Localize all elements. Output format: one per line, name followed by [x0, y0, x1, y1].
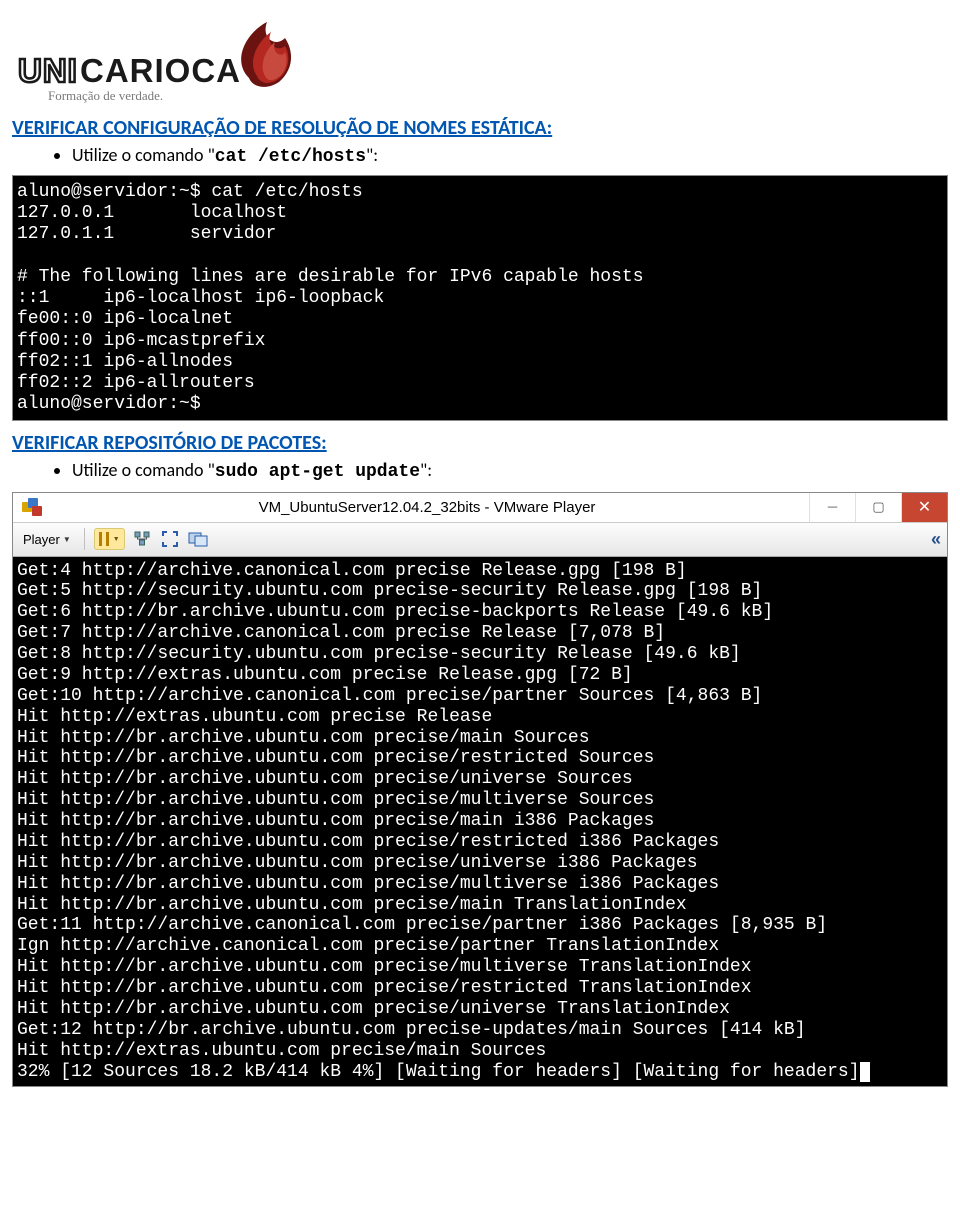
minimize-button[interactable]: — [809, 493, 855, 522]
vmware-player-window: VM_UbuntuServer12.04.2_32bits - VMware P… [12, 492, 948, 1088]
section1-bullet: Utilize o comando "cat /etc/hosts": [72, 144, 948, 167]
section1-bullet-prefix: Utilize o comando " [72, 144, 215, 166]
toolbar-overflow-icon[interactable]: « [931, 529, 941, 550]
section1-bullet-suffix: ": [366, 144, 378, 166]
vm-terminal-output: Get:4 http://archive.canonical.com preci… [13, 557, 947, 1087]
maximize-button[interactable]: ▢ [855, 493, 901, 522]
section1-heading: VERIFICAR CONFIGURAÇÃO DE RESOLUÇÃO DE N… [12, 116, 948, 140]
fullscreen-icon[interactable] [159, 528, 181, 550]
pause-icon-bar [106, 532, 109, 546]
section2-bullet-prefix: Utilize o comando " [72, 459, 215, 481]
section2-bullet: Utilize o comando "sudo apt-get update": [72, 459, 948, 482]
vm-titlebar[interactable]: VM_UbuntuServer12.04.2_32bits - VMware P… [13, 493, 947, 523]
svg-text:Formação de verdade.: Formação de verdade. [48, 88, 163, 103]
vm-window-title: VM_UbuntuServer12.04.2_32bits - VMware P… [45, 499, 809, 516]
section1-command: cat /etc/hosts [215, 147, 366, 167]
network-icon[interactable] [131, 528, 153, 550]
toolbar-separator [84, 528, 85, 550]
player-menu[interactable]: Player ▼ [19, 532, 75, 547]
window-controls: — ▢ ✕ [809, 493, 947, 522]
svg-text:CARIOCA: CARIOCA [80, 52, 241, 89]
section1-bullet-list: Utilize o comando "cat /etc/hosts": [72, 144, 948, 167]
pause-icon-bar [99, 532, 102, 546]
pause-button[interactable]: ▼ [94, 528, 125, 550]
svg-text:UNI: UNI [18, 52, 78, 89]
section2-command: sudo apt-get update [215, 462, 420, 482]
unity-icon[interactable] [187, 528, 209, 550]
section2-bullet-suffix: ": [420, 459, 432, 481]
terminal-cursor [860, 1062, 871, 1082]
section1-terminal-output: aluno@servidor:~$ cat /etc/hosts 127.0.0… [12, 175, 948, 421]
logo-block: UNI CARIOCA Formação de verdade. [12, 10, 948, 106]
section2-bullet-list: Utilize o comando "sudo apt-get update": [72, 459, 948, 482]
section2-heading: VERIFICAR REPOSITÓRIO DE PACOTES: [12, 431, 948, 455]
unicarioca-logo: UNI CARIOCA Formação de verdade. [12, 14, 332, 104]
player-menu-label: Player [23, 532, 60, 547]
vmware-icon [19, 496, 45, 518]
chevron-down-icon: ▼ [63, 535, 71, 544]
vm-toolbar: Player ▼ ▼ « [13, 523, 947, 557]
chevron-down-icon: ▼ [113, 536, 120, 543]
close-button[interactable]: ✕ [901, 493, 947, 522]
